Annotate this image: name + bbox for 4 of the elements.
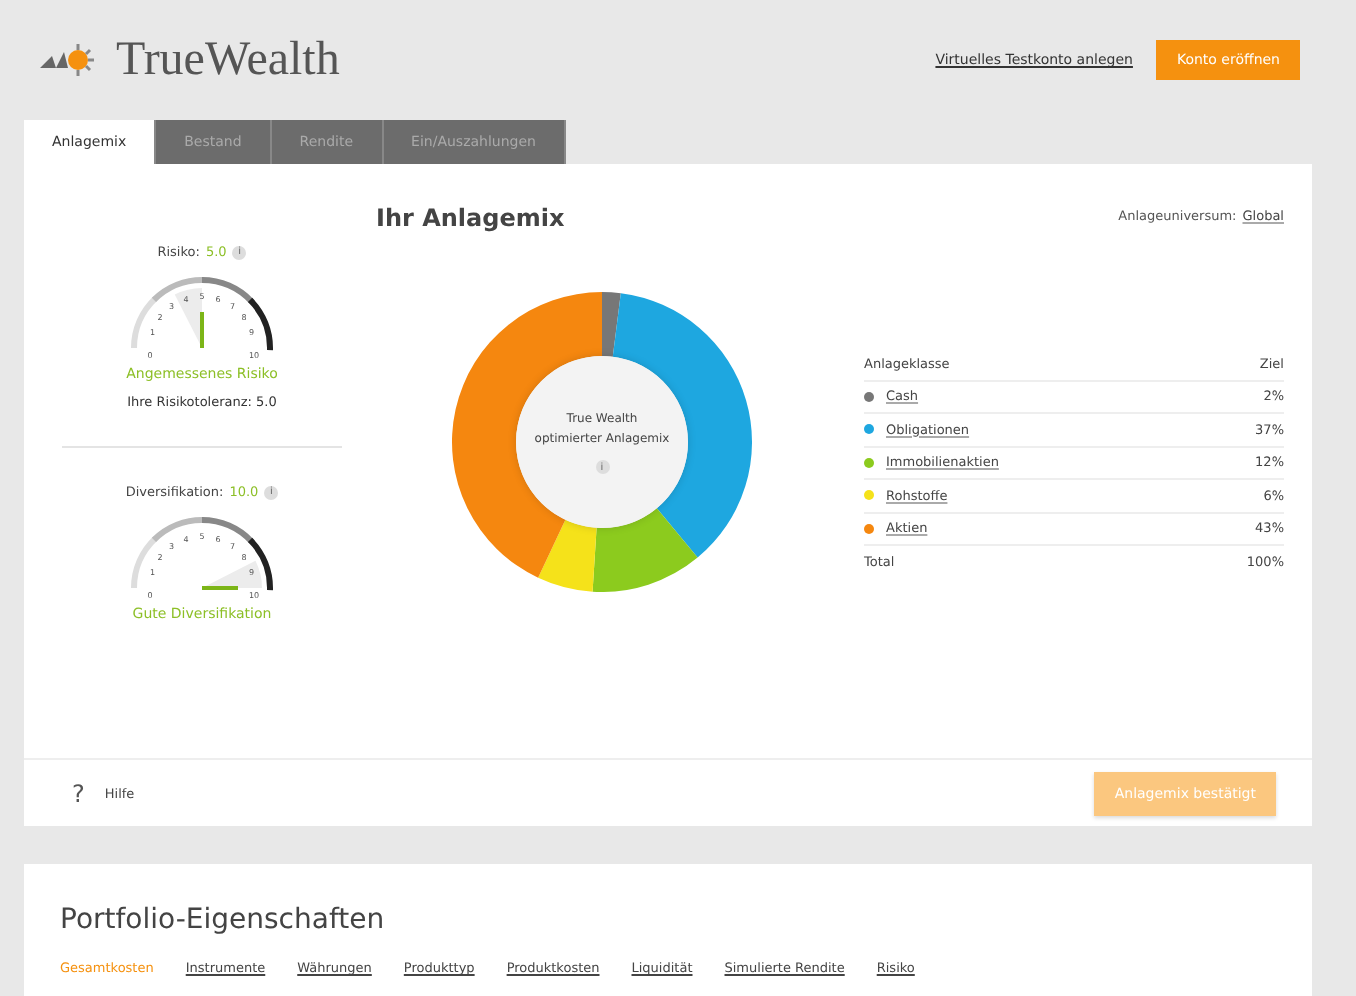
section-title: Ihr Anlagemix [376,204,567,232]
brand-name: TrueWealth [116,33,340,87]
help-icon[interactable]: ? [72,779,85,807]
section-title: Portfolio-Eigenschaften [60,904,387,936]
